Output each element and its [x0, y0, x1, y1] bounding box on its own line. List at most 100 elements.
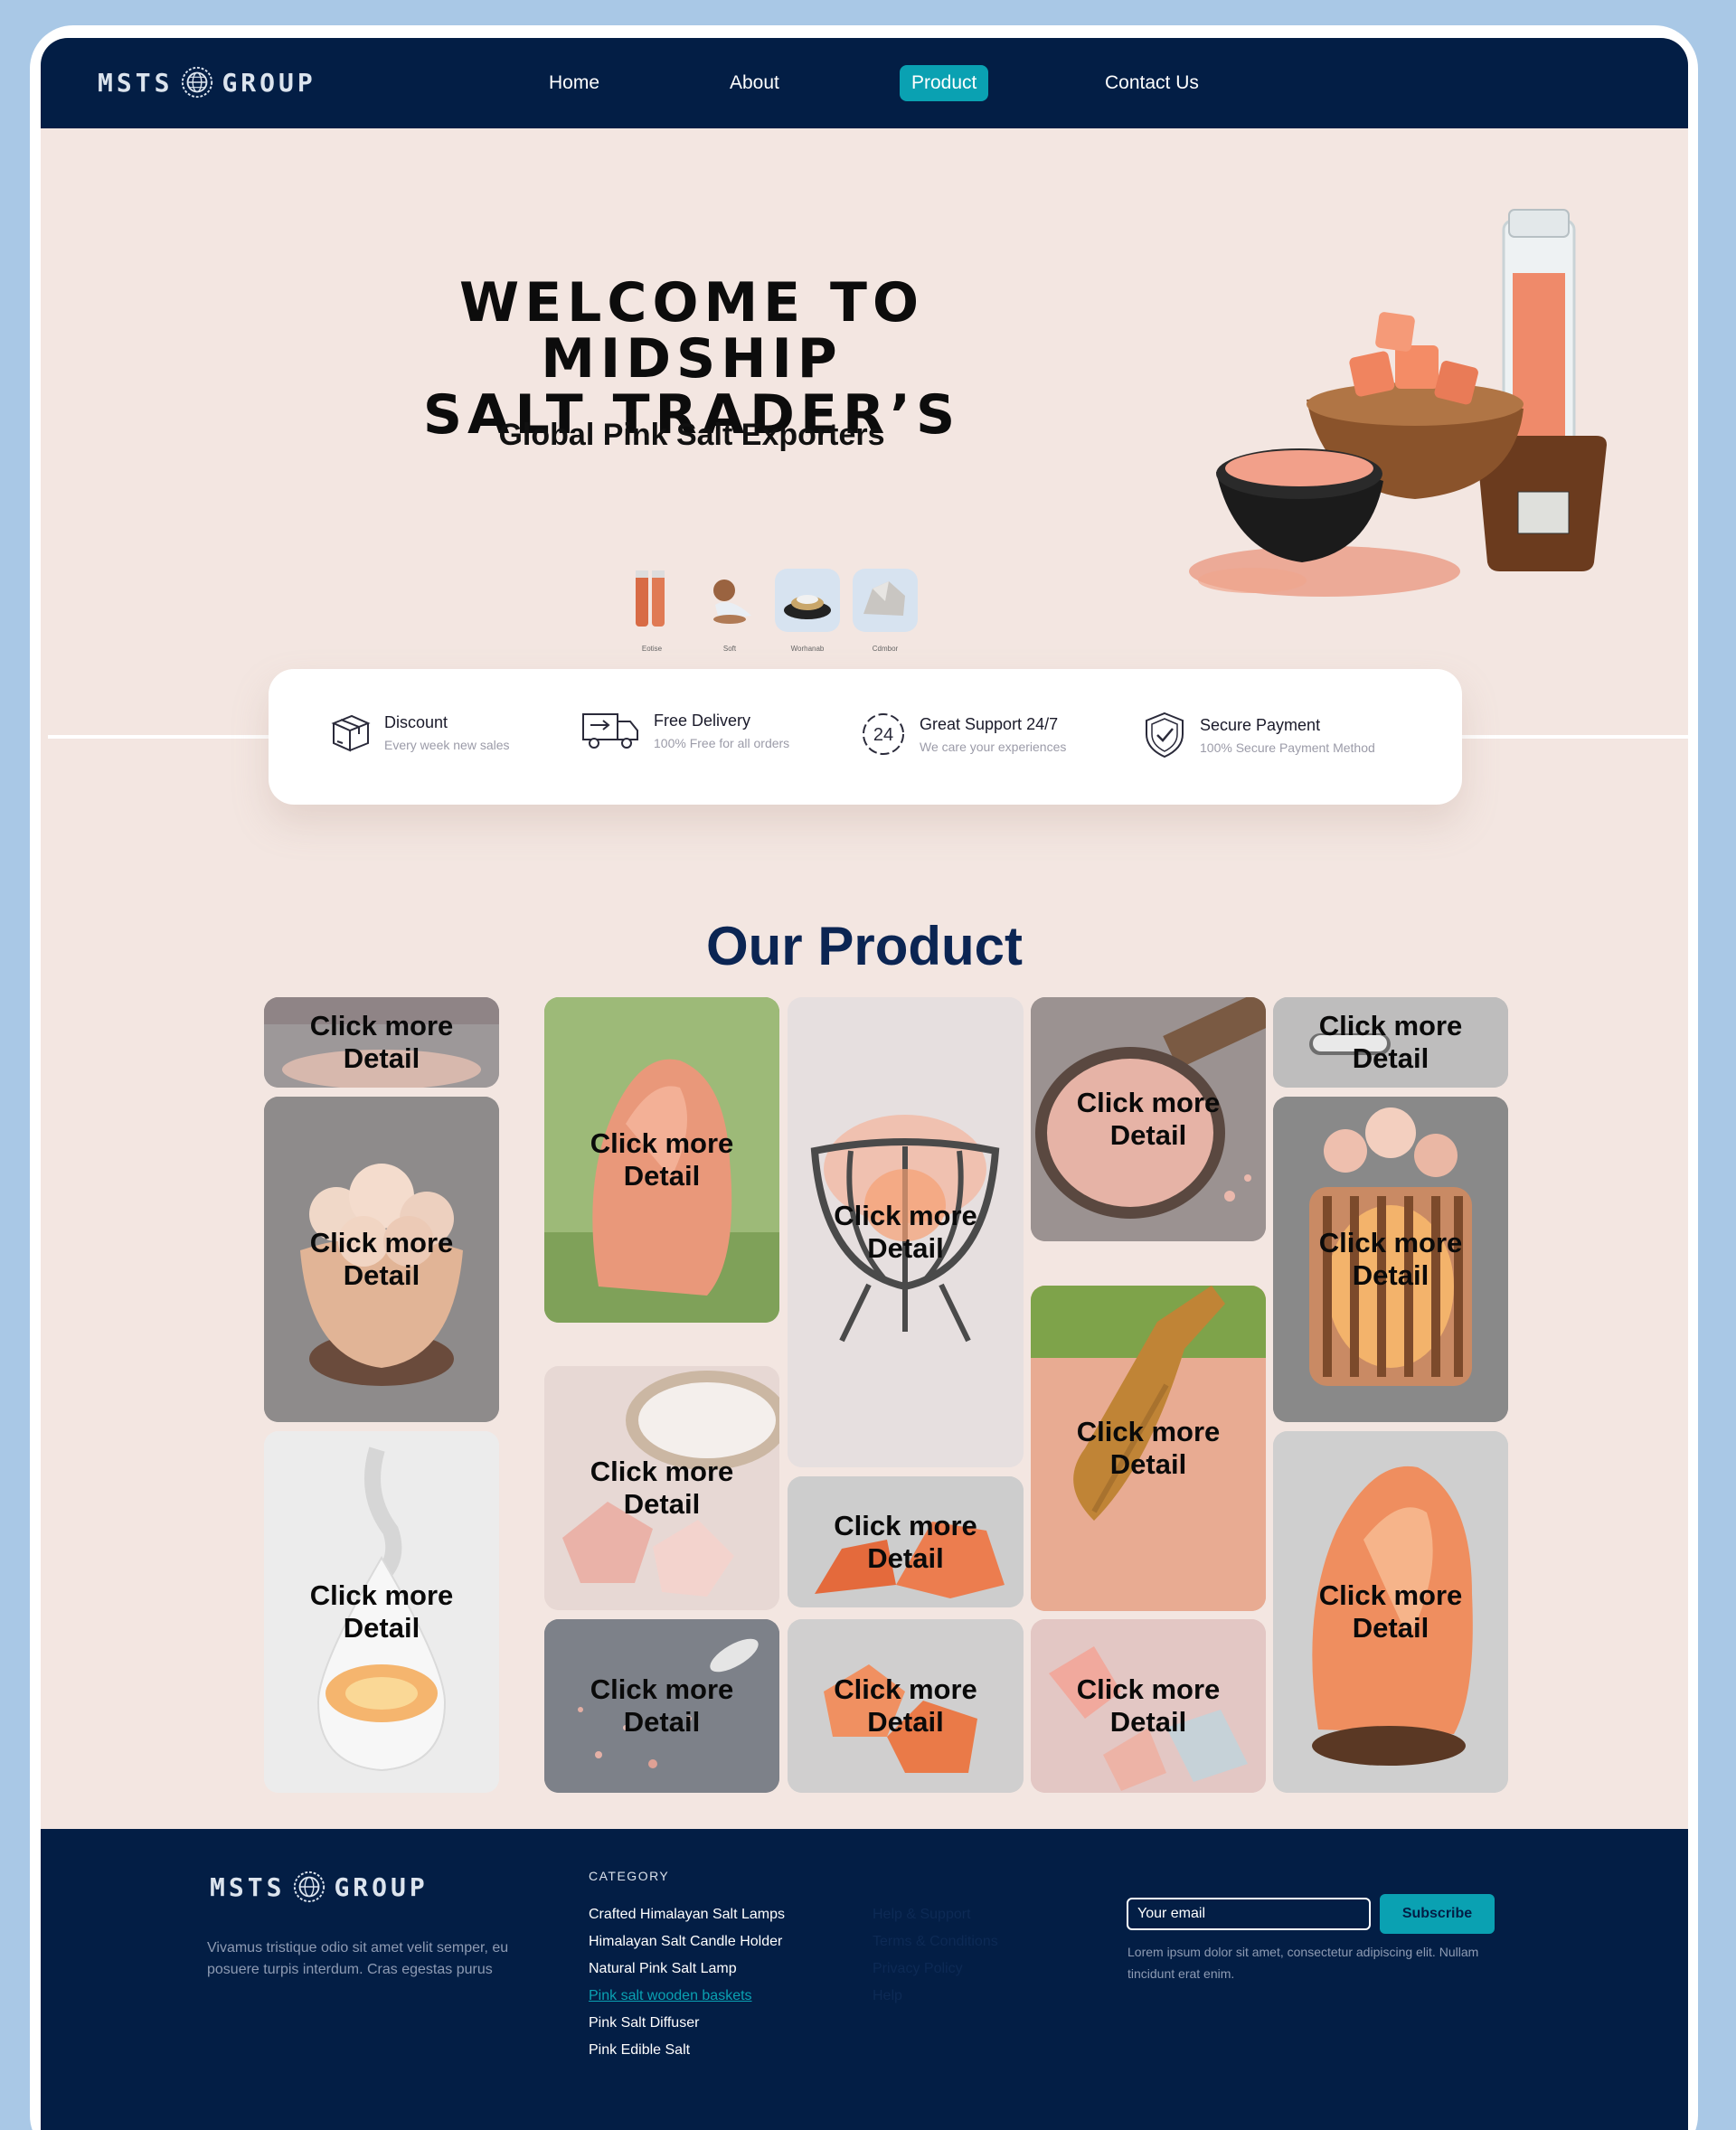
- salt-rock-icon: [853, 569, 918, 632]
- hero-salt-products-image: [1189, 209, 1607, 597]
- newsletter-email-input[interactable]: [1127, 1898, 1371, 1930]
- nav-contact[interactable]: Contact Us: [1093, 65, 1211, 101]
- tile-label-line: Click more: [309, 1227, 454, 1258]
- feature-delivery-title: Free Delivery: [654, 711, 751, 730]
- click-more-detail-label: Click more Detail: [1077, 1673, 1221, 1739]
- feature-payment-title: Secure Payment: [1200, 715, 1321, 734]
- product-tile-orange-rock[interactable]: Click more Detail: [788, 1476, 1024, 1607]
- thumb-2[interactable]: Worhanab: [775, 569, 840, 653]
- brand-name-right: GROUP: [222, 67, 316, 98]
- product-tile-salt-scoop[interactable]: Click more Detail: [1031, 1286, 1266, 1611]
- click-more-detail-label: Click more Detail: [1319, 1010, 1463, 1075]
- thumb-3-caption: Cdmbor: [872, 645, 899, 653]
- click-more-detail-label: Click more Detail: [1077, 1087, 1221, 1152]
- product-tile-salt-bowl[interactable]: Click more Detail: [264, 997, 499, 1088]
- product-tile-crystal-bowl-lamp[interactable]: Click more Detail: [264, 1097, 499, 1422]
- click-more-detail-label: Click more Detail: [834, 1673, 977, 1739]
- product-tile-rock-lamp[interactable]: Click more Detail: [1273, 1431, 1508, 1793]
- thumb-3[interactable]: Cdmbor: [853, 569, 918, 653]
- footer-help-item[interactable]: Privacy Policy: [873, 1956, 998, 1983]
- click-more-detail-label: Click more Detail: [310, 1227, 454, 1292]
- footer-category-item[interactable]: Pink salt wooden baskets: [589, 1983, 785, 2010]
- our-product-heading: Our Product: [705, 916, 1023, 976]
- product-tile-salt-on-slate[interactable]: Click more Detail: [544, 1619, 779, 1793]
- tile-label-line: Detail: [867, 1541, 944, 1574]
- product-tile-basket-lamp[interactable]: Click more Detail: [788, 997, 1024, 1467]
- salt-dish-icon: [775, 569, 840, 632]
- feature-delivery: Free Delivery 100% Free for all orders: [581, 711, 789, 750]
- click-more-detail-label: Click more Detail: [834, 1510, 977, 1575]
- footer-help-item[interactable]: Help: [873, 1983, 998, 2010]
- tile-label-line: Click more: [1076, 1416, 1221, 1447]
- tile-label-line: Click more: [834, 1200, 977, 1231]
- footer-newsletter-note: Lorem ipsum dolor sit amet, consectetur …: [1127, 1945, 1479, 1981]
- tile-label-line: Click more: [590, 1673, 734, 1705]
- footer-category-heading: CATEGORY: [589, 1869, 670, 1883]
- footer-help-item[interactable]: Help & Support: [873, 1901, 998, 1928]
- thumb-1-caption: Soft: [722, 645, 737, 653]
- tile-label-line: Detail: [343, 1612, 420, 1644]
- hero-title-line1: WELCOME TO MIDSHIP: [459, 271, 924, 391]
- thumb-0[interactable]: Eotise: [619, 569, 684, 653]
- salt-grinder-icon: [697, 569, 762, 632]
- nav-home[interactable]: Home: [537, 65, 611, 101]
- product-tile-cage-lamp[interactable]: Click more Detail: [1273, 1097, 1508, 1422]
- footer-help-item[interactable]: Terms & Conditions: [873, 1928, 998, 1956]
- tile-label-line: Click more: [1076, 1673, 1221, 1705]
- subscribe-button[interactable]: Subscribe: [1380, 1894, 1495, 1934]
- feature-payment: Secure Payment 100% Secure Payment Metho…: [1142, 711, 1375, 759]
- top-nav: MSTS GROUP Home About Product Contact Us: [41, 38, 1688, 128]
- feature-delivery-subtitle: 100% Free for all orders: [654, 735, 790, 750]
- tile-label-line: Detail: [1352, 1612, 1429, 1644]
- feature-support: 24 Great Support 24/7 We care your exper…: [860, 711, 1066, 758]
- salt-shakers-icon: [619, 569, 684, 632]
- footer-category-item[interactable]: Pink Salt Diffuser: [589, 2010, 785, 2037]
- footer-category-item[interactable]: Pink Edible Salt: [589, 2037, 785, 2064]
- nav-product[interactable]: Product: [900, 65, 989, 101]
- footer-description: Vivamus tristique odio sit amet velit se…: [207, 1940, 509, 1977]
- tile-label-line: Detail: [867, 1706, 944, 1738]
- footer-brand-left: MSTS: [210, 1871, 286, 1902]
- product-tile-salt-in-pan[interactable]: Click more Detail: [1031, 997, 1266, 1241]
- tile-label-line: Click more: [1318, 1579, 1463, 1611]
- tile-label-line: Detail: [1109, 1119, 1187, 1151]
- footer-category-list: Crafted Himalayan Salt Lamps Himalayan S…: [589, 1901, 785, 2064]
- tile-label-line: Click more: [1318, 1010, 1463, 1041]
- product-tile-salt-grinder[interactable]: Click more Detail: [1273, 997, 1508, 1088]
- product-tile-orange-chunks[interactable]: Click more Detail: [788, 1619, 1024, 1793]
- tile-label-line: Detail: [1352, 1259, 1429, 1291]
- website: MSTS GROUP Home About Product Contact Us…: [41, 38, 1688, 2130]
- product-tile-natural-salt-lamp[interactable]: Click more Detail: [544, 997, 779, 1323]
- tile-label-line: Click more: [590, 1456, 734, 1487]
- product-tile-salt-crystals[interactable]: Click more Detail: [1031, 1619, 1266, 1793]
- tile-label-line: Detail: [623, 1488, 701, 1520]
- tile-label-line: Click more: [834, 1509, 977, 1541]
- product-tile-white-salt-chunks[interactable]: Click more Detail: [544, 1366, 779, 1610]
- tile-label-line: Detail: [1352, 1042, 1429, 1074]
- product-tile-salt-diffuser[interactable]: Click more Detail: [264, 1431, 499, 1793]
- footer-category-item[interactable]: Himalayan Salt Candle Holder: [589, 1928, 785, 1956]
- click-more-detail-label: Click more Detail: [590, 1456, 734, 1521]
- click-more-detail-label: Click more Detail: [1077, 1416, 1221, 1481]
- click-more-detail-label: Click more Detail: [590, 1127, 734, 1192]
- click-more-detail-label: Click more Detail: [590, 1673, 734, 1739]
- feature-discount: Discount Every week new sales: [328, 711, 510, 754]
- truck-icon: [582, 713, 638, 749]
- globe-icon: [182, 66, 213, 99]
- footer-help-list: Help & Support Terms & Conditions Privac…: [873, 1901, 998, 2010]
- box-icon: [331, 714, 371, 752]
- tile-label-line: Detail: [343, 1259, 420, 1291]
- brand-logo[interactable]: MSTS GROUP: [98, 65, 316, 99]
- nav-about[interactable]: About: [718, 65, 791, 101]
- thumb-1[interactable]: Soft: [697, 569, 762, 653]
- tile-label-line: Click more: [1318, 1227, 1463, 1258]
- footer-brand-logo[interactable]: MSTS GROUP: [210, 1870, 429, 1904]
- features-card: Discount Every week new sales Free Deliv…: [269, 669, 1462, 805]
- brand-name-left: MSTS: [98, 67, 174, 98]
- hero-subtitle: Global Pink Salt Exporters: [498, 418, 885, 452]
- tile-label-line: Detail: [1109, 1706, 1187, 1738]
- click-more-detail-label: Click more Detail: [310, 1579, 454, 1645]
- footer-category-item[interactable]: Natural Pink Salt Lamp: [589, 1956, 785, 1983]
- footer-category-item[interactable]: Crafted Himalayan Salt Lamps: [589, 1901, 785, 1928]
- click-more-detail-label: Click more Detail: [310, 1010, 454, 1075]
